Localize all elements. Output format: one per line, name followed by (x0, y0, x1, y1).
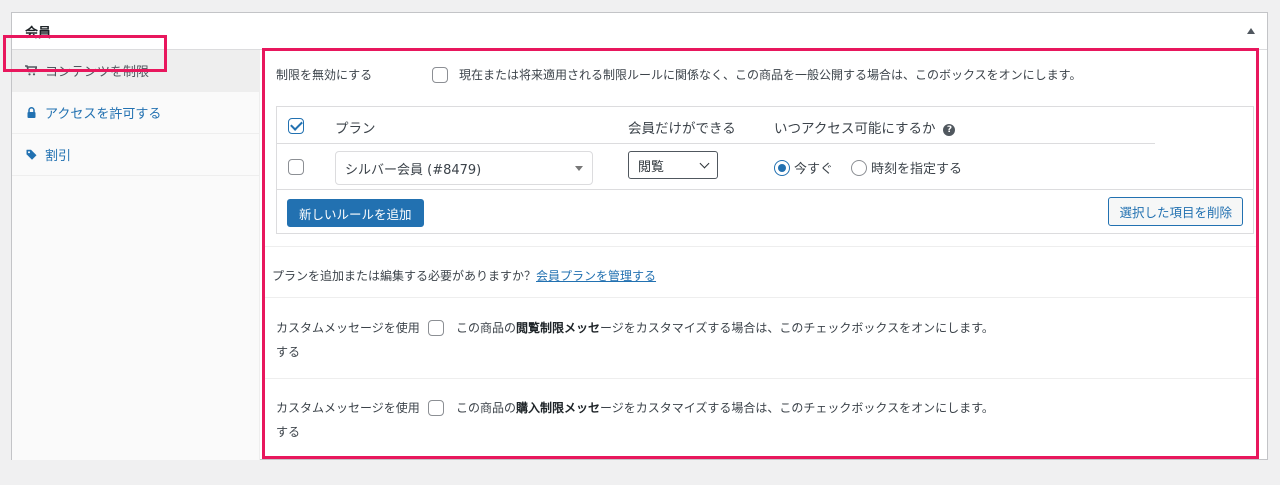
plan-select[interactable]: シルバー会員 (#8479) (335, 151, 593, 185)
custom-message-description: この商品の閲覧制限メッセージをカスタマイズする場合は、このチェックボックスをオン… (456, 321, 994, 335)
tag-icon (24, 149, 38, 160)
when-immediately-option[interactable]: 今すぐ (774, 158, 833, 177)
tab-label: コンテンツを制限 (45, 65, 150, 80)
lock-icon (24, 107, 38, 118)
row-checkbox[interactable] (288, 159, 304, 175)
custom-purchase-message-checkbox[interactable] (428, 400, 444, 416)
metabox-title: 会員 (25, 25, 52, 41)
access-select[interactable]: 閲覧 (628, 151, 718, 179)
force-public-row: 制限を無効にする 現在または将来適用される制限ルールに関係なく、この商品を一般公… (276, 66, 1081, 83)
access-select-value: 閲覧 (638, 159, 665, 175)
when-scheduled-label: 時刻を指定する (871, 162, 963, 177)
cart-icon (24, 65, 38, 76)
force-public-checkbox[interactable] (432, 66, 448, 83)
tab-discounts[interactable]: 割引 (12, 134, 259, 176)
custom-message-description: この商品の購入制限メッセージをカスタマイズする場合は、このチェックボックスをオン… (456, 401, 994, 415)
custom-view-message-checkbox[interactable] (428, 320, 444, 336)
manage-plans-line: プランを追加または編集する必要がありますか？会員プランを管理する (272, 267, 656, 284)
collapse-toggle-icon[interactable] (1247, 28, 1255, 34)
rules-table-footer: 新しいルールを追加 選択した項目を削除 (277, 189, 1253, 234)
custom-message-label: カスタムメッセージを使用する (276, 401, 420, 439)
when-immediately-radio[interactable] (774, 159, 790, 176)
rules-table: プラン 会員だけができる いつアクセス可能にするか? シルバー会員 (#8479… (276, 106, 1254, 234)
manage-plans-text: プランを追加または編集する必要がありますか？ (272, 269, 537, 283)
access-column-header: 会員だけができる (628, 121, 736, 137)
section-divider (263, 378, 1256, 379)
chevron-down-icon (699, 158, 710, 169)
rules-table-header: プラン 会員だけができる いつアクセス可能にするか? (277, 107, 1155, 144)
plan-column-header: プラン (335, 121, 376, 137)
when-scheduled-radio[interactable] (851, 159, 867, 176)
tab-grant-access[interactable]: アクセスを許可する (12, 92, 259, 134)
when-scheduled-option[interactable]: 時刻を指定する (851, 158, 962, 177)
tab-restrict-content[interactable]: コンテンツを制限 (12, 50, 259, 92)
tab-label: 割引 (45, 149, 72, 164)
force-public-description: 現在または将来適用される制限ルールに関係なく、この商品を一般公開する場合は、この… (459, 68, 1082, 82)
when-header-label: いつアクセス可能にするか (774, 121, 936, 137)
help-icon[interactable]: ? (943, 124, 956, 136)
metabox-header: 会員 (12, 13, 1267, 50)
tab-label: アクセスを許可する (45, 107, 162, 122)
plan-select-value: シルバー会員 (#8479) (345, 162, 482, 178)
add-rule-button[interactable]: 新しいルールを追加 (287, 199, 424, 227)
caret-down-icon (575, 166, 583, 171)
when-immediately-label: 今すぐ (794, 162, 834, 177)
manage-plans-link[interactable]: 会員プランを管理する (536, 269, 656, 283)
section-divider (263, 246, 1256, 247)
select-all-checkbox[interactable] (288, 118, 304, 134)
custom-message-label: カスタムメッセージを使用する (276, 321, 420, 359)
delete-selected-button[interactable]: 選択した項目を削除 (1108, 197, 1243, 226)
when-column-header: いつアクセス可能にするか? (774, 117, 956, 137)
force-public-label: 制限を無効にする (276, 68, 373, 82)
tab-sidebar: コンテンツを制限 アクセスを許可する 割引 (12, 50, 260, 460)
section-divider (263, 297, 1256, 298)
